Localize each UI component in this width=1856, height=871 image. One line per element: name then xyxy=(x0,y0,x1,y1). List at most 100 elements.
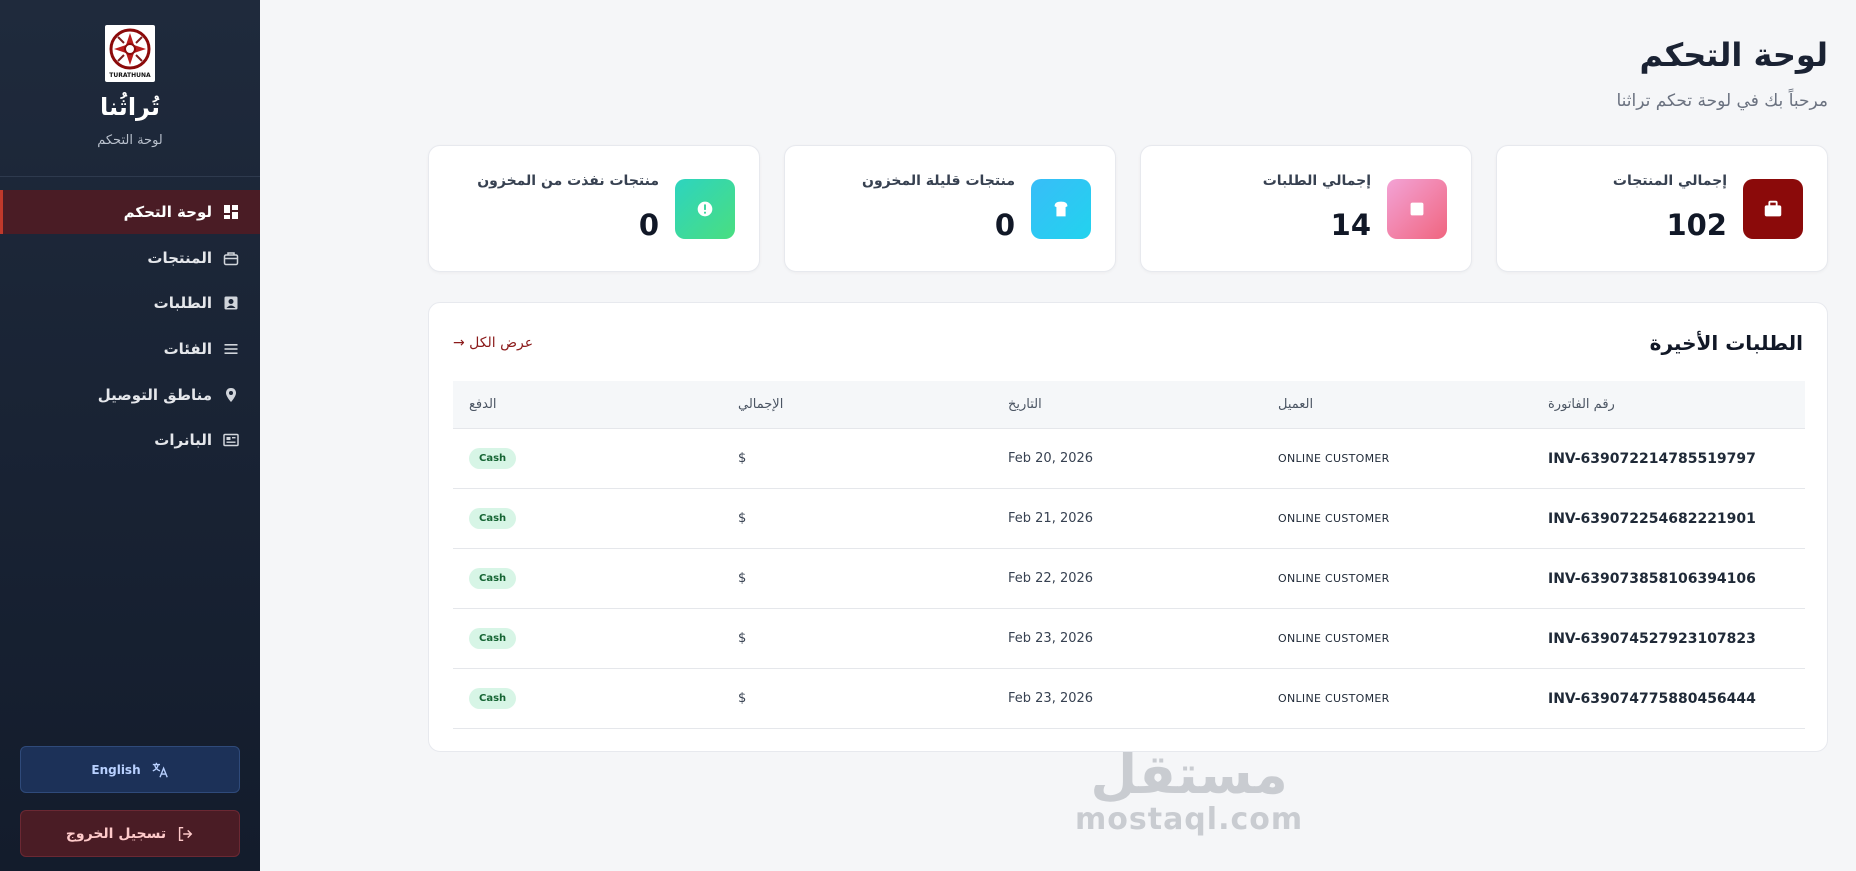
logout-button-label: تسجيل الخروج xyxy=(65,825,167,842)
column-header-date[interactable]: التاريخ xyxy=(1008,381,1042,428)
customer-name: Online Customer xyxy=(1278,572,1390,585)
square-icon xyxy=(1410,202,1424,216)
sidebar-item-delivery-zones[interactable]: مناطق التوصيل xyxy=(0,373,260,417)
dashboard-icon xyxy=(222,203,240,221)
watermark-latin: mostaql.com xyxy=(1075,802,1304,837)
table-header: رقم الفاتورة العميل التاريخ الإجمالي الد… xyxy=(453,381,1805,429)
order-total: $ xyxy=(738,571,747,586)
view-all-link[interactable]: عرض الكل → xyxy=(453,335,533,351)
order-total: $ xyxy=(738,451,747,466)
brand-logo: TURATHUNA xyxy=(105,25,155,82)
brand-subtitle: لوحة التحكم xyxy=(97,133,163,148)
sidebar-item-label: البانرات xyxy=(154,431,212,449)
sidebar-item-banners[interactable]: البانرات xyxy=(0,418,260,462)
language-button-label: English xyxy=(91,762,141,777)
orders-icon xyxy=(222,294,240,312)
stat-card-out-of-stock: منتجات نفذت من المخزون 0 xyxy=(428,145,760,272)
payment-badge: Cash xyxy=(469,688,517,709)
translate-icon xyxy=(152,762,168,777)
sidebar: TURATHUNA تُراثُنا لوحة التحكم لوحة التح… xyxy=(0,0,260,871)
table-row[interactable]: INV-639074527923107823 Online Customer F… xyxy=(453,609,1805,669)
invoice-number: INV-639072254682221901 xyxy=(1548,510,1756,527)
sidebar-item-label: الفئات xyxy=(163,340,212,358)
stat-icon-box xyxy=(1387,179,1447,239)
watermark-arabic: مستقل xyxy=(1090,743,1288,806)
stat-label: إجمالي المنتجات xyxy=(1612,173,1727,189)
stat-card-total-products: إجمالي المنتجات 102 xyxy=(1496,145,1828,272)
brand-name: تُراثُنا xyxy=(100,93,160,121)
payment-cell: Cash xyxy=(469,609,517,668)
stat-label: إجمالي الطلبات xyxy=(1262,173,1371,189)
main-content: لوحة التحكم مرحباً بك في لوحة تحكم تراثن… xyxy=(260,0,1856,871)
order-total: $ xyxy=(738,691,747,706)
briefcase-icon xyxy=(1764,200,1782,217)
sidebar-item-label: مناطق التوصيل xyxy=(97,386,212,404)
stat-card-total-orders: إجمالي الطلبات 14 xyxy=(1140,145,1472,272)
watermark: مستقل mostaql.com xyxy=(1075,745,1303,835)
order-date: Feb 22, 2026 xyxy=(1008,571,1094,586)
invoice-number: INV-639072214785519797 xyxy=(1548,450,1756,467)
bread-icon xyxy=(1054,201,1068,217)
stat-icon-box xyxy=(1743,179,1803,239)
products-icon xyxy=(222,249,240,267)
table-row[interactable]: INV-639072214785519797 Online Customer F… xyxy=(453,429,1805,489)
payment-cell: Cash xyxy=(469,429,517,488)
stat-label: منتجات نفذت من المخزون xyxy=(477,173,659,189)
order-date: Feb 23, 2026 xyxy=(1008,631,1094,646)
customer-name: Online Customer xyxy=(1278,452,1390,465)
categories-icon xyxy=(222,340,240,358)
location-pin-icon xyxy=(222,386,240,404)
recent-orders-title: الطلبات الأخيرة xyxy=(1649,331,1803,355)
payment-cell: Cash xyxy=(469,489,517,548)
sidebar-item-orders[interactable]: الطلبات xyxy=(0,281,260,325)
table-row[interactable]: INV-639074775880456444 Online Customer F… xyxy=(453,669,1805,729)
sidebar-divider xyxy=(0,176,260,177)
payment-badge: Cash xyxy=(469,568,517,589)
banners-icon xyxy=(222,431,240,449)
stat-value: 102 xyxy=(1666,208,1727,242)
page-title: لوحة التحكم xyxy=(1639,36,1829,74)
order-total: $ xyxy=(738,511,747,526)
payment-badge: Cash xyxy=(469,508,517,529)
payment-cell: Cash xyxy=(469,669,517,728)
customer-name: Online Customer xyxy=(1278,512,1390,525)
alert-icon xyxy=(697,201,713,217)
column-header-payment[interactable]: الدفع xyxy=(469,381,497,428)
order-date: Feb 23, 2026 xyxy=(1008,691,1094,706)
column-header-total[interactable]: الإجمالي xyxy=(738,381,783,428)
order-total: $ xyxy=(738,631,747,646)
order-date: Feb 20, 2026 xyxy=(1008,451,1094,466)
customer-name: Online Customer xyxy=(1278,692,1390,705)
logout-button[interactable]: تسجيل الخروج xyxy=(20,810,240,857)
payment-badge: Cash xyxy=(469,448,517,469)
page-subtitle: مرحباً بك في لوحة تحكم تراثنا xyxy=(1616,91,1828,111)
column-header-invoice[interactable]: رقم الفاتورة xyxy=(1548,381,1615,428)
sidebar-item-categories[interactable]: الفئات xyxy=(0,327,260,371)
sidebar-item-label: المنتجات xyxy=(147,249,212,267)
stat-value: 0 xyxy=(638,208,659,242)
order-date: Feb 21, 2026 xyxy=(1008,511,1094,526)
invoice-number: INV-639073858106394106 xyxy=(1548,570,1756,587)
recent-orders-card: الطلبات الأخيرة عرض الكل → رقم الفاتورة … xyxy=(428,302,1828,752)
stat-value: 14 xyxy=(1330,208,1371,242)
customer-name: Online Customer xyxy=(1278,632,1390,645)
language-button[interactable]: English xyxy=(20,746,240,793)
sidebar-item-dashboard[interactable]: لوحة التحكم xyxy=(0,190,260,234)
column-header-customer[interactable]: العميل xyxy=(1278,381,1313,428)
payment-badge: Cash xyxy=(469,628,517,649)
table-row[interactable]: INV-639072254682221901 Online Customer F… xyxy=(453,489,1805,549)
orders-table: رقم الفاتورة العميل التاريخ الإجمالي الد… xyxy=(453,381,1805,729)
stats-row: إجمالي المنتجات 102 إجمالي الطلبات 14 من… xyxy=(428,145,1828,272)
sidebar-item-label: لوحة التحكم xyxy=(123,203,212,221)
logo-emblem-icon xyxy=(109,28,151,70)
stat-label: منتجات قليلة المخزون xyxy=(862,173,1015,189)
invoice-number: INV-639074527923107823 xyxy=(1548,630,1756,647)
logo-text: TURATHUNA xyxy=(109,72,151,79)
payment-cell: Cash xyxy=(469,549,517,608)
logout-icon xyxy=(179,826,193,841)
stat-icon-box xyxy=(1031,179,1091,239)
table-row[interactable]: INV-639073858106394106 Online Customer F… xyxy=(453,549,1805,609)
sidebar-item-label: الطلبات xyxy=(153,294,212,312)
stat-icon-box xyxy=(675,179,735,239)
sidebar-item-products[interactable]: المنتجات xyxy=(0,236,260,280)
